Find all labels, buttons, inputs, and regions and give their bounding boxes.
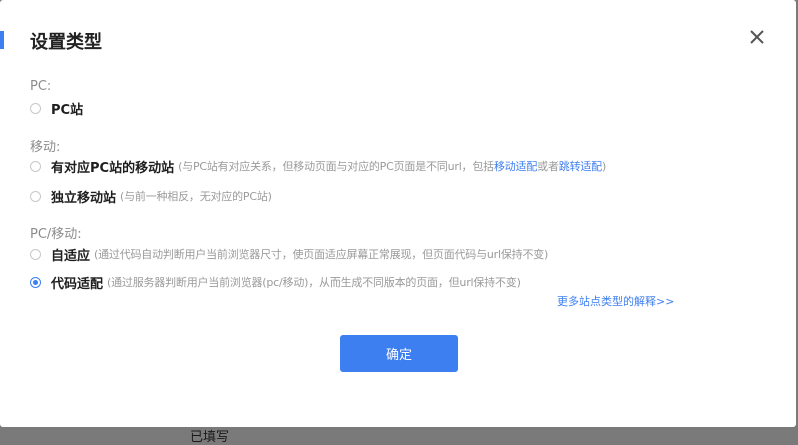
option-label: 有对应PC站的移动站 <box>51 160 175 176</box>
option-label: PC站 <box>51 102 84 118</box>
dialog-title: 设置类型 <box>30 32 102 53</box>
option-description: (通过代码自动判断用户当前浏览器尺寸，使页面适应屏幕正常展现，但页面代码与url… <box>94 248 549 261</box>
option-code-adapt[interactable]: 代码适配 (通过服务器判断用户当前浏览器(pc/移动)，从而生成不同版本的页面，… <box>30 272 521 292</box>
close-icon[interactable] <box>746 26 768 48</box>
option-description: (与前一种相反，无对应的PC站) <box>120 190 272 203</box>
option-label: 自适应 <box>51 248 91 264</box>
option-label: 独立移动站 <box>51 190 117 206</box>
radio-mobile-with-pc[interactable] <box>30 160 41 172</box>
radio-standalone-mobile[interactable] <box>30 190 41 202</box>
confirm-button[interactable]: 确定 <box>340 335 458 372</box>
option-responsive[interactable]: 自适应 (通过代码自动判断用户当前浏览器尺寸，使页面适应屏幕正常展现，但页面代码… <box>30 244 548 264</box>
group-label-mobile: 移动: <box>30 140 61 155</box>
radio-code-adapt[interactable] <box>30 276 41 288</box>
set-type-dialog: 设置类型 PC: PC站 移动: 有对应PC站的移动站 (与PC站有对应关系，但… <box>0 0 796 427</box>
radio-pc-site[interactable] <box>30 102 41 114</box>
radio-responsive[interactable] <box>30 248 41 260</box>
option-standalone-mobile[interactable]: 独立移动站 (与前一种相反，无对应的PC站) <box>30 186 272 206</box>
title-accent-bar <box>0 31 4 49</box>
group-label-pc: PC: <box>30 79 52 94</box>
redirect-adapt-link[interactable]: 跳转适配 <box>559 160 602 173</box>
background-partial-text: 已填写 <box>190 430 230 445</box>
option-description: (通过服务器判断用户当前浏览器(pc/移动)，从而生成不同版本的页面，但url保… <box>107 276 521 289</box>
mobile-adapt-link[interactable]: 移动适配 <box>494 160 537 173</box>
more-site-types-link[interactable]: 更多站点类型的解释>> <box>557 293 674 309</box>
option-pc-site[interactable]: PC站 <box>30 98 83 118</box>
group-label-pc-mobile: PC/移动: <box>30 227 82 242</box>
option-description: (与PC站有对应关系，但移动页面与对应的PC页面是不同url，包括移动适配或者跳… <box>178 160 607 173</box>
option-label: 代码适配 <box>51 276 104 292</box>
option-mobile-with-pc[interactable]: 有对应PC站的移动站 (与PC站有对应关系，但移动页面与对应的PC页面是不同ur… <box>30 156 606 176</box>
